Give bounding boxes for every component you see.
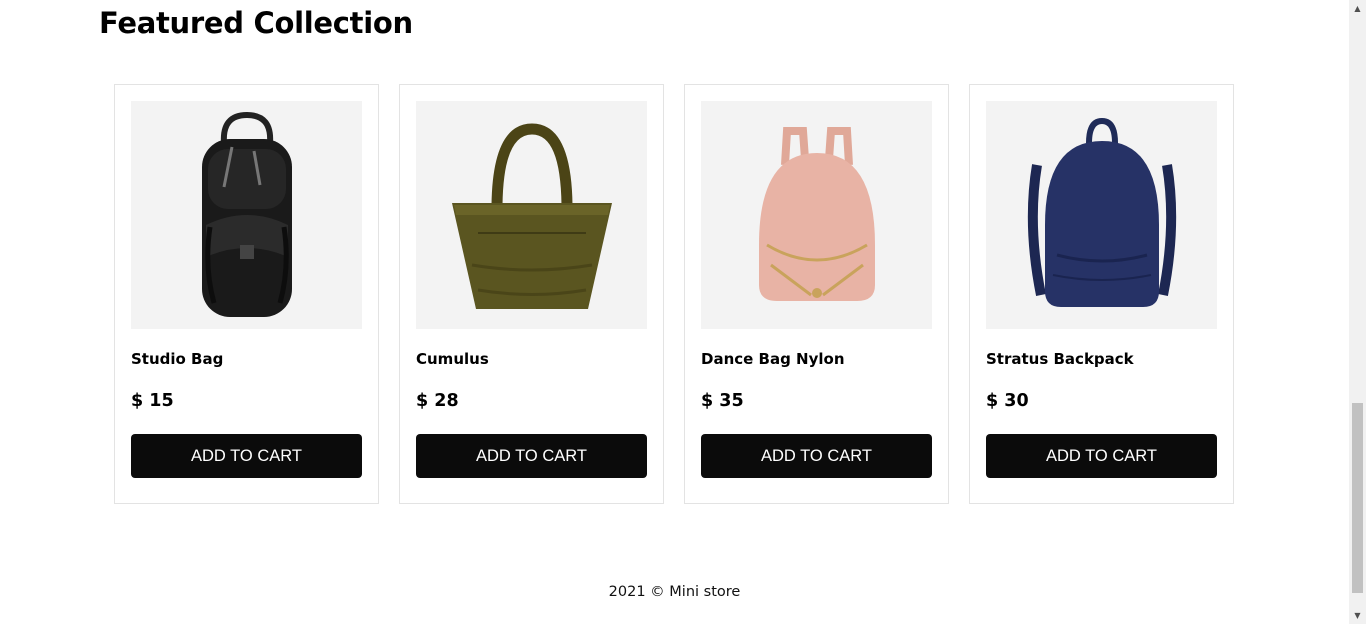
product-name: Dance Bag Nylon — [701, 350, 845, 368]
product-card: Stratus Backpack $ 30 ADD TO CART — [969, 84, 1234, 504]
product-card: Dance Bag Nylon $ 35 ADD TO CART — [684, 84, 949, 504]
product-card: Studio Bag $ 15 ADD TO CART — [114, 84, 379, 504]
product-price: $ 15 — [131, 391, 174, 411]
add-to-cart-button[interactable]: ADD TO CART — [131, 434, 362, 478]
pink-backpack-image — [758, 127, 875, 301]
add-to-cart-button[interactable]: ADD TO CART — [416, 434, 647, 478]
product-name: Studio Bag — [131, 350, 224, 368]
product-image[interactable] — [131, 101, 362, 329]
product-image[interactable] — [701, 101, 932, 329]
section-title: Featured Collection — [99, 6, 413, 40]
page: Featured Collection Studio Bag $ 15 ADD … — [0, 0, 1349, 624]
scrollbar-thumb[interactable] — [1352, 403, 1363, 593]
product-price: $ 35 — [701, 391, 744, 411]
olive-tote-bag-image — [451, 123, 612, 309]
product-image[interactable] — [986, 101, 1217, 329]
product-name: Stratus Backpack — [986, 350, 1134, 368]
product-price: $ 30 — [986, 391, 1029, 411]
product-name: Cumulus — [416, 350, 489, 368]
footer-copyright: 2021 © Mini store — [608, 584, 741, 600]
product-price: $ 28 — [416, 391, 459, 411]
product-card: Cumulus $ 28 ADD TO CART — [399, 84, 664, 504]
add-to-cart-button[interactable]: ADD TO CART — [986, 434, 1217, 478]
navy-backpack-image — [1027, 117, 1176, 307]
vertical-scrollbar[interactable]: ▲ ▼ — [1349, 0, 1366, 624]
scroll-up-arrow-icon[interactable]: ▲ — [1349, 0, 1366, 17]
black-backpack-image — [201, 111, 292, 317]
add-to-cart-button[interactable]: ADD TO CART — [701, 434, 932, 478]
scroll-down-arrow-icon[interactable]: ▼ — [1349, 607, 1366, 624]
product-image[interactable] — [416, 101, 647, 329]
